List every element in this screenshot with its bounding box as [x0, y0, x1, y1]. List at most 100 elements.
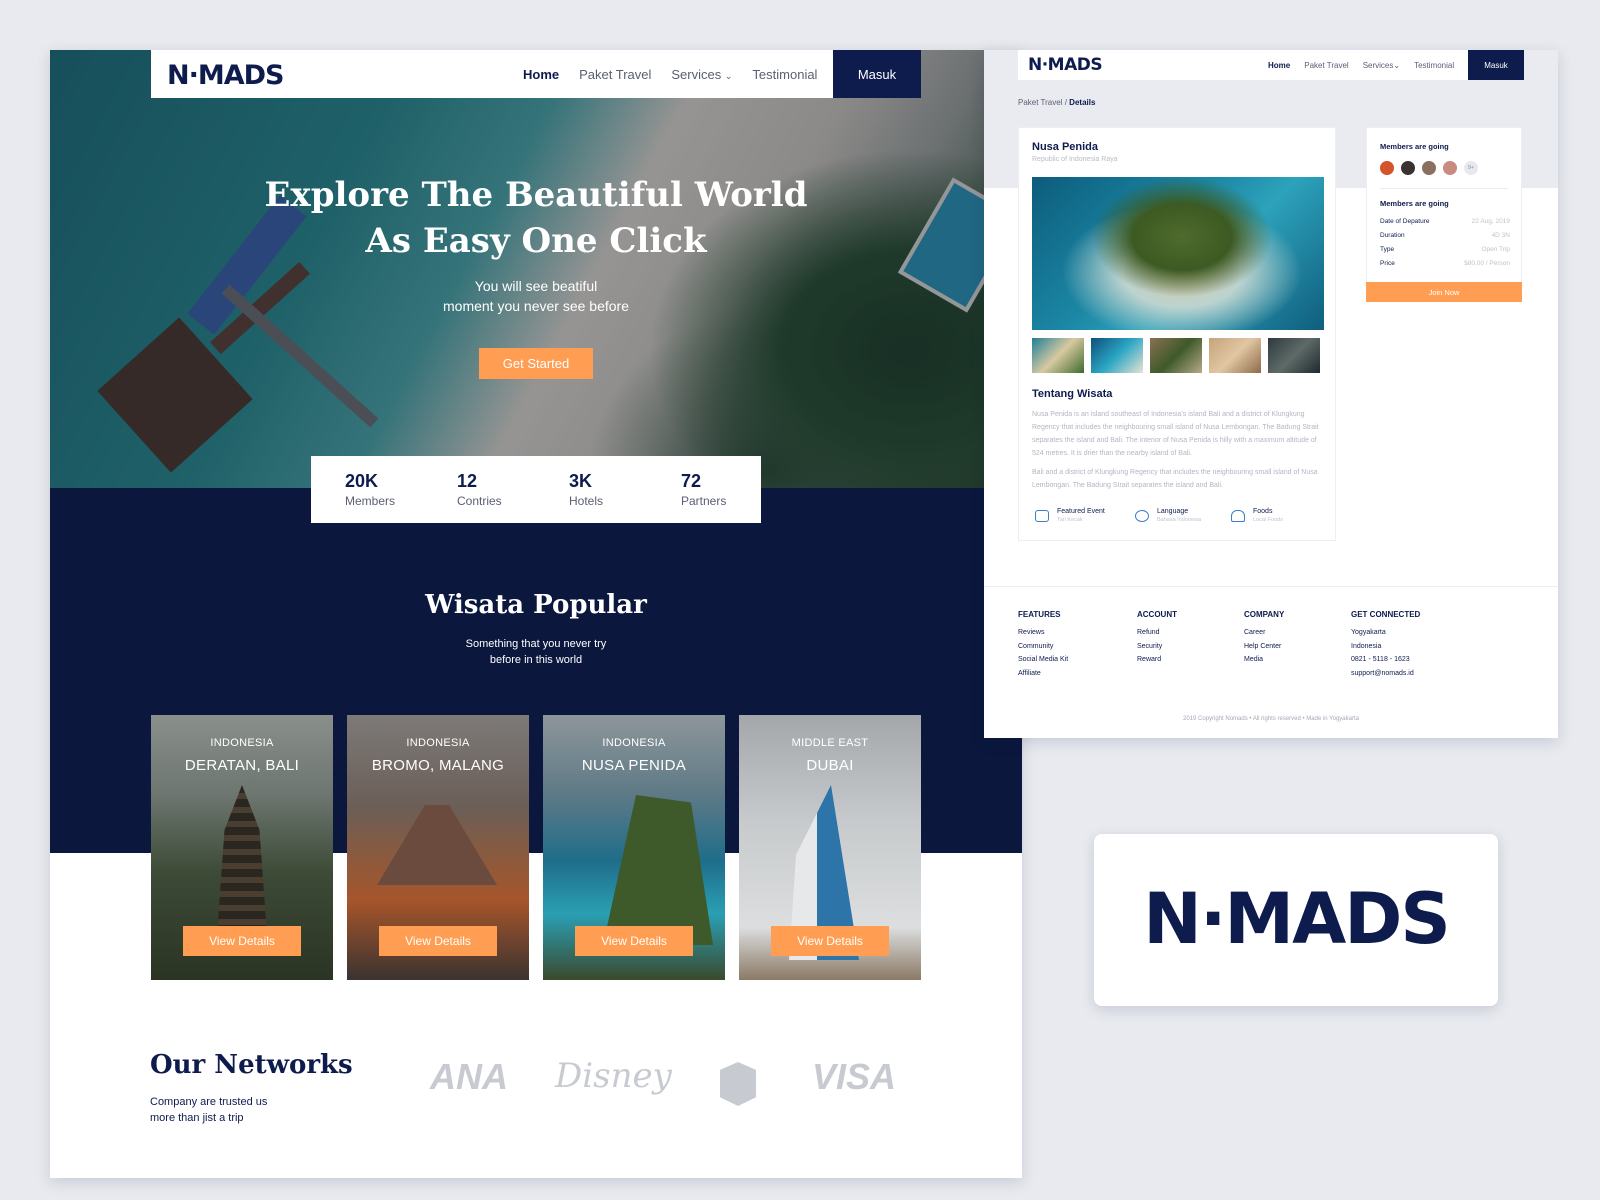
- footer-link[interactable]: Social Media Kit: [1018, 653, 1068, 667]
- nav-testimonial[interactable]: Testimonial: [752, 67, 817, 82]
- card-country: MIDDLE EAST: [791, 737, 869, 749]
- footer-link[interactable]: Reward: [1137, 653, 1177, 667]
- hero-title-line1: Explore The Beautiful World: [264, 175, 808, 215]
- footer-col-account: ACCOUNT Refund Security Reward: [1137, 610, 1177, 667]
- destination-card-bali[interactable]: INDONESIA DERATAN, BALI View Details: [151, 715, 333, 980]
- footer-link[interactable]: Help Center: [1244, 640, 1284, 654]
- card-country: INDONESIA: [210, 737, 274, 749]
- footer-link[interactable]: Community: [1018, 640, 1068, 654]
- gallery-thumbnail[interactable]: [1032, 338, 1084, 373]
- shield-logo-icon: [720, 1062, 756, 1106]
- footer-text: Yogyakarta: [1351, 629, 1386, 636]
- info-value: 22 Aug, 2019: [1471, 218, 1510, 225]
- card-country: INDONESIA: [602, 737, 666, 749]
- pagoda-image: [217, 785, 267, 935]
- disney-logo: Disney: [555, 1056, 672, 1096]
- nav-services[interactable]: Services ⌄: [671, 67, 732, 82]
- masuk-button[interactable]: Masuk: [1468, 50, 1524, 80]
- nav-paket-travel[interactable]: Paket Travel: [579, 67, 651, 82]
- hero-subtitle: You will see beatiful moment you never s…: [350, 276, 722, 316]
- nomads-logo-large: N·MADS: [1143, 878, 1451, 960]
- card-city: BROMO, MALANG: [371, 757, 505, 774]
- footer-col-features: FEATURES Reviews Community Social Media …: [1018, 610, 1068, 680]
- chevron-down-icon: ⌄: [724, 70, 733, 81]
- view-details-button[interactable]: View Details: [575, 926, 693, 956]
- footer-link[interactable]: Affiliate: [1018, 667, 1068, 681]
- gallery-thumbnail[interactable]: [1209, 338, 1261, 373]
- info-key: Type: [1380, 246, 1395, 253]
- nav-home[interactable]: Home: [523, 67, 559, 82]
- footer-link[interactable]: Career: [1244, 626, 1284, 640]
- feature-title: Featured Event: [1057, 508, 1105, 515]
- gallery-thumbnail[interactable]: [1091, 338, 1143, 373]
- gallery-thumbnail[interactable]: [1150, 338, 1202, 373]
- about-paragraph: Bali and a district of Klungkung Regency…: [1032, 469, 1318, 489]
- breadcrumb-parent[interactable]: Paket Travel: [1018, 98, 1062, 107]
- footer-link[interactable]: Security: [1137, 640, 1177, 654]
- nav-paket-travel[interactable]: Paket Travel: [1304, 61, 1348, 70]
- trip-info-card: Members are going 9+ Members are going D…: [1366, 127, 1522, 287]
- burger-icon: [1231, 510, 1245, 522]
- masuk-button[interactable]: Masuk: [833, 50, 921, 98]
- stat-partners: 72 Partners: [647, 471, 759, 508]
- place-title: Nusa Penida: [1032, 141, 1099, 153]
- nomads-logo[interactable]: N·MADS: [1028, 55, 1103, 75]
- breadcrumb-separator: /: [1064, 98, 1067, 107]
- card-country: INDONESIA: [406, 737, 470, 749]
- info-key: Price: [1380, 260, 1395, 267]
- footer-email-link[interactable]: support@nomads.id: [1351, 667, 1420, 681]
- logo-card: N·MADS: [1094, 834, 1498, 1006]
- nomads-logo[interactable]: N·MADS: [167, 60, 284, 91]
- footer-link[interactable]: Refund: [1137, 626, 1177, 640]
- footer-text: 0821 - 5118 - 1623: [1351, 656, 1410, 663]
- info-row-duration: Duration 4D 3N: [1380, 232, 1510, 239]
- hero-subtitle-line2: moment you never see before: [443, 298, 629, 314]
- main-gallery-image: [1032, 177, 1324, 330]
- join-now-button[interactable]: Join Now: [1366, 282, 1522, 302]
- footer-col-connected: GET CONNECTED Yogyakarta Indonesia 0821 …: [1351, 610, 1420, 680]
- feature-title: Language: [1157, 508, 1189, 515]
- volcano-image: [377, 805, 497, 885]
- breadcrumb: Paket Travel / Details: [1018, 98, 1095, 107]
- destination-card-bromo[interactable]: INDONESIA BROMO, MALANG View Details: [347, 715, 529, 980]
- info-row-date: Date of Depature 22 Aug, 2019: [1380, 218, 1510, 225]
- footer-link[interactable]: Media: [1244, 653, 1284, 667]
- view-details-button[interactable]: View Details: [771, 926, 889, 956]
- get-started-button[interactable]: Get Started: [479, 348, 593, 379]
- info-value: 4D 3N: [1491, 232, 1510, 239]
- card-city: NUSA PENIDA: [581, 757, 687, 774]
- nav-testimonial[interactable]: Testimonial: [1414, 61, 1454, 70]
- stat-label: Contries: [457, 494, 502, 508]
- popular-subtitle-line1: Something that you never try: [465, 638, 607, 650]
- footer-divider: [984, 586, 1558, 587]
- about-title: Tentang Wisata: [1032, 388, 1113, 400]
- feature-sub: Tari Kecak: [1057, 517, 1083, 523]
- info-key: Duration: [1380, 232, 1405, 239]
- popular-subtitle-line2: before in this world: [489, 654, 583, 666]
- stat-countries: 12 Contries: [423, 471, 535, 508]
- networks-subtitle-line1: Company are trusted us: [150, 1096, 268, 1108]
- footer-link[interactable]: Reviews: [1018, 626, 1068, 640]
- info-key: Date of Depature: [1380, 218, 1430, 225]
- trip-info-title: Members are going: [1380, 199, 1449, 208]
- footer-heading: FEATURES: [1018, 610, 1061, 619]
- about-paragraph: Nusa Penida is an island southeast of In…: [1032, 411, 1319, 457]
- footer-heading: ACCOUNT: [1137, 610, 1177, 619]
- navbar: N·MADS Home Paket Travel Services⌄ Testi…: [1018, 50, 1524, 80]
- nav-links: Home Paket Travel Services ⌄ Testimonial: [523, 50, 817, 98]
- footer-heading: GET CONNECTED: [1351, 610, 1421, 619]
- stat-hotels: 3K Hotels: [535, 471, 647, 508]
- gallery-thumbnail[interactable]: [1268, 338, 1320, 373]
- destination-card-dubai[interactable]: MIDDLE EAST DUBAI View Details: [739, 715, 921, 980]
- footer-heading: COMPANY: [1244, 610, 1285, 619]
- nav-links: Home Paket Travel Services⌄ Testimonial: [1268, 50, 1454, 80]
- view-details-button[interactable]: View Details: [183, 926, 301, 956]
- destination-card-nusa-penida[interactable]: INDONESIA NUSA PENIDA View Details: [543, 715, 725, 980]
- nav-services[interactable]: Services⌄: [1363, 61, 1400, 70]
- nav-services-label: Services: [1362, 60, 1394, 70]
- stat-label: Partners: [681, 494, 727, 508]
- nav-home[interactable]: Home: [1268, 61, 1290, 70]
- hero-title-line2: As Easy One Click: [365, 221, 707, 261]
- view-details-button[interactable]: View Details: [379, 926, 497, 956]
- networks-subtitle: Company are trusted us more than jist a …: [150, 1094, 310, 1126]
